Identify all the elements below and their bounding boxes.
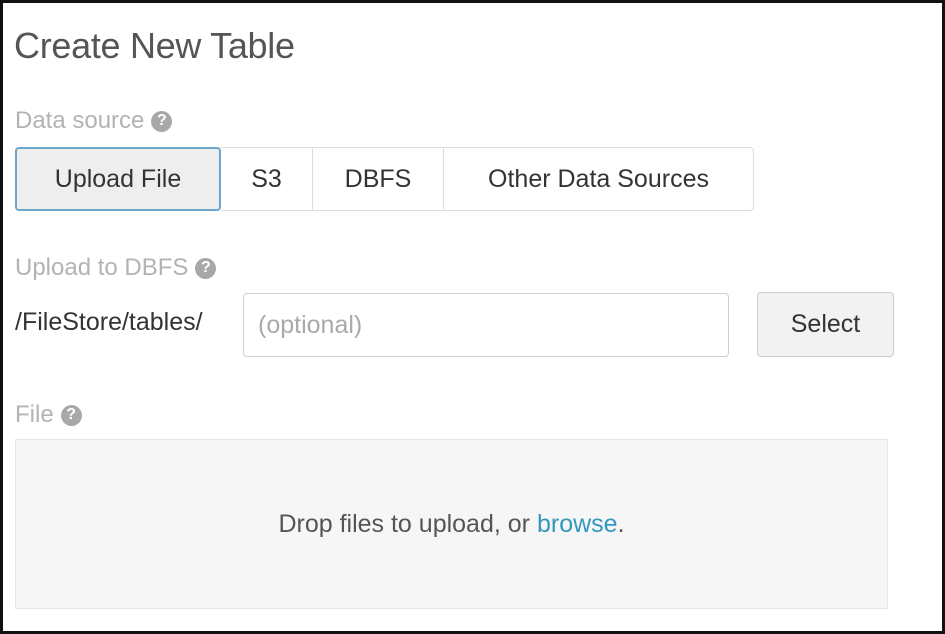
file-drop-zone[interactable]: Drop files to upload, or browse . bbox=[15, 439, 888, 609]
help-icon[interactable]: ? bbox=[195, 257, 217, 279]
help-icon[interactable]: ? bbox=[60, 404, 82, 426]
tab-s3[interactable]: S3 bbox=[221, 147, 313, 211]
dbfs-path-input[interactable] bbox=[243, 293, 729, 357]
data-source-label-text: Data source bbox=[15, 107, 145, 134]
upload-to-dbfs-label: Upload to DBFS ? bbox=[15, 254, 217, 282]
drop-zone-period: . bbox=[617, 509, 625, 538]
select-button[interactable]: Select bbox=[757, 292, 894, 357]
tab-dbfs[interactable]: DBFS bbox=[313, 147, 444, 211]
upload-to-dbfs-label-text: Upload to DBFS bbox=[15, 254, 189, 281]
drop-zone-text: Drop files to upload, or bbox=[278, 509, 530, 538]
page-title: Create New Table bbox=[14, 25, 295, 66]
create-table-panel: Create New Table Data source ? Upload Fi… bbox=[0, 0, 945, 634]
file-label-text: File bbox=[15, 401, 54, 428]
file-label: File ? bbox=[15, 401, 82, 429]
browse-link[interactable]: browse bbox=[537, 510, 618, 539]
data-source-tabs: Upload File S3 DBFS Other Data Sources bbox=[15, 147, 754, 211]
tab-other-data-sources[interactable]: Other Data Sources bbox=[444, 147, 754, 211]
tab-upload-file[interactable]: Upload File bbox=[15, 147, 221, 211]
data-source-label: Data source ? bbox=[15, 107, 173, 135]
help-icon[interactable]: ? bbox=[151, 110, 173, 132]
dbfs-path-prefix: /FileStore/tables/ bbox=[15, 308, 203, 336]
